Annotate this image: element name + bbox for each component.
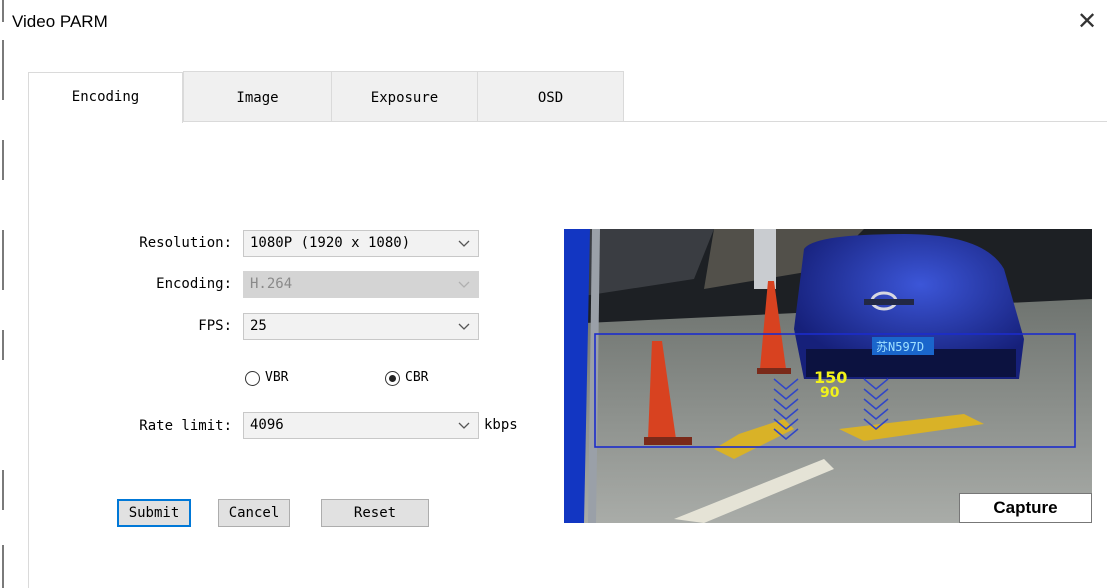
chevron-down-icon [458, 281, 470, 288]
rate-limit-select[interactable]: 4096 [243, 412, 479, 439]
resolution-label: Resolution: [139, 235, 232, 251]
dialog-title: Video PARM [12, 12, 108, 31]
fps-value: 25 [250, 318, 267, 334]
close-icon[interactable]: ✕ [1073, 8, 1101, 36]
encoding-value: H.264 [250, 276, 293, 292]
encoding-label: Encoding: [156, 276, 232, 292]
rate-limit-label: Rate limit: [139, 418, 232, 434]
submit-button[interactable]: Submit [117, 499, 191, 527]
radio-dot [389, 375, 396, 382]
background-window-edge [0, 0, 10, 588]
video-parm-dialog: Video PARM ✕ Encoding Image Exposure OSD… [10, 0, 1107, 588]
resolution-value: 1080P (1920 x 1080) [250, 235, 411, 251]
radio-circle-selected [385, 371, 400, 386]
chevron-down-icon [458, 240, 470, 247]
reset-button[interactable]: Reset [321, 499, 429, 527]
radio-circle [245, 371, 260, 386]
tab-exposure[interactable]: Exposure [331, 71, 478, 121]
license-plate-text: 苏N597D [876, 340, 925, 354]
fps-label: FPS: [198, 318, 232, 334]
overlay-number-bottom: 90 [820, 385, 840, 401]
chevron-down-icon [458, 323, 470, 330]
camera-preview: 苏N597D 150 90 Capture [564, 229, 1092, 523]
tab-image[interactable]: Image [183, 71, 332, 121]
chevron-down-icon [458, 422, 470, 429]
rate-limit-value: 4096 [250, 417, 284, 433]
tab-encoding[interactable]: Encoding [28, 72, 183, 123]
cancel-button[interactable]: Cancel [218, 499, 290, 527]
encoding-select: H.264 [243, 271, 479, 298]
cbr-radio-label: CBR [405, 370, 429, 385]
tab-osd[interactable]: OSD [477, 71, 624, 121]
rate-limit-unit: kbps [484, 417, 518, 433]
capture-button[interactable]: Capture [959, 493, 1092, 523]
vbr-radio-label: VBR [265, 370, 289, 385]
resolution-select[interactable]: 1080P (1920 x 1080) [243, 230, 479, 257]
fps-select[interactable]: 25 [243, 313, 479, 340]
